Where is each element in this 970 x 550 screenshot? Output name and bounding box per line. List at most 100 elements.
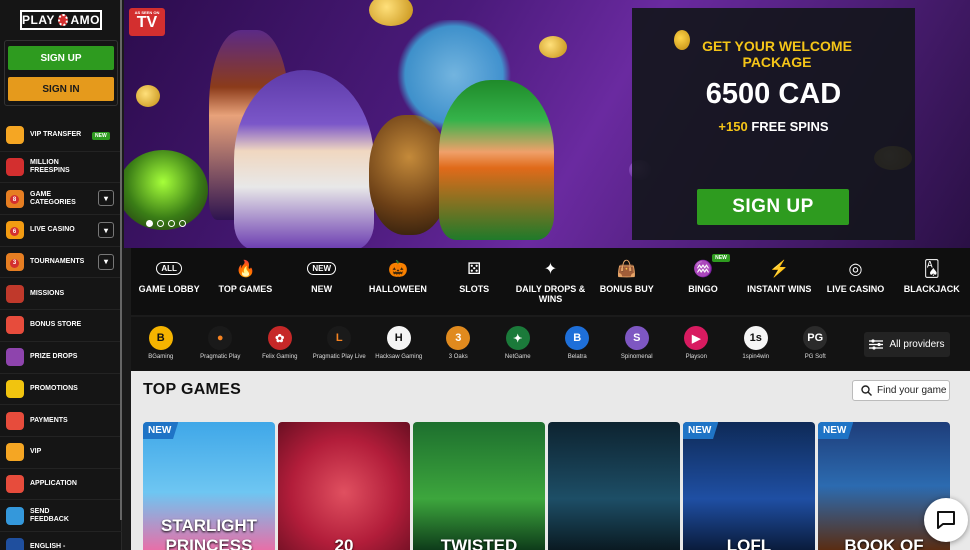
provider-name: Felix Gaming [262, 354, 298, 360]
lightning-icon: ⚡ [769, 261, 790, 278]
provider-item[interactable]: 3 3 Oaks [429, 317, 489, 371]
hero-pagination-dot[interactable] [168, 220, 175, 227]
sidebar-item[interactable]: MILLION FREESPINS [0, 152, 122, 184]
sidebar-scrollbar[interactable] [120, 0, 122, 520]
sidebar-item-label: VIP [30, 448, 42, 456]
new-badge: NEW [818, 422, 854, 439]
game-title: STARLIGHT PRINCESS [160, 516, 257, 550]
sidebar-signup-button[interactable]: SIGN UP [8, 46, 114, 70]
wallet-icon [6, 411, 24, 430]
category-label: BINGO [688, 284, 718, 294]
all-providers-button[interactable]: All providers [864, 332, 950, 357]
category-item[interactable]: ALL GAME LOBBY [131, 248, 207, 315]
sidebar-item[interactable]: APPLICATION [0, 469, 122, 501]
game-tile[interactable]: NEW LOFL [683, 422, 815, 550]
provider-item[interactable]: S Spinomenal [607, 317, 667, 371]
category-label: DAILY DROPS & WINS [515, 284, 586, 304]
sidebar-item[interactable]: PAYMENTS [0, 405, 122, 437]
find-game-search[interactable]: Find your game [852, 380, 950, 401]
bingo-icon: ♒ [693, 261, 713, 278]
sidebar-item-label: GAME CATEGORIES [30, 190, 76, 206]
provider-logo: B [565, 326, 590, 350]
provider-name: 1spin4win [742, 354, 770, 360]
provider-item[interactable]: PG PG Soft [786, 317, 846, 371]
all-icon: ALL [156, 262, 182, 275]
hero-pagination-dot[interactable] [146, 220, 153, 227]
provider-item[interactable]: H Hacksaw Gaming [369, 317, 429, 371]
hero-icon [6, 284, 24, 303]
logo[interactable]: PLAY AMO [20, 10, 102, 30]
provider-item[interactable]: B BGaming [131, 317, 191, 371]
sidebar-item[interactable]: SEND FEEDBACK [0, 500, 122, 532]
sidebar-item[interactable]: VIP TRANSFER NEW [0, 120, 122, 152]
provider-item[interactable]: ● Pragmatic Play [191, 317, 251, 371]
sidebar-item-label: BONUS STORE [30, 321, 82, 329]
sidebar-signin-button[interactable]: SIGN IN [8, 77, 114, 101]
chat-icon [937, 511, 955, 529]
sidebar-item[interactable]: TOURNAMENTS 3 ▾ [0, 247, 122, 279]
category-label: BONUS BUY [599, 284, 654, 294]
sidebar-item[interactable]: PRIZE DROPS [0, 342, 122, 374]
category-item[interactable]: NEW NEW [284, 248, 360, 315]
tv-badge-big: TV [136, 14, 158, 31]
category-item[interactable]: 🔥 TOP GAMES [207, 248, 283, 315]
sidebar-item[interactable]: LIVE CASINO 6 ▾ [0, 215, 122, 247]
sidebar-item[interactable]: BONUS STORE [0, 310, 122, 342]
sidebar-item[interactable]: PROMOTIONS [0, 374, 122, 406]
provider-logo: B [148, 326, 173, 350]
provider-item[interactable]: 1s 1spin4win [726, 317, 786, 371]
chevron-down-icon[interactable]: ▾ [98, 222, 114, 239]
hero-pagination-dot[interactable] [179, 220, 186, 227]
chevron-down-icon[interactable]: ▾ [98, 253, 114, 270]
sidebar-item[interactable]: GAME CATEGORIES 8 ▾ [0, 183, 122, 216]
provider-logo: ✿ [267, 326, 292, 350]
game-tile[interactable]: NEW STARLIGHT PRINCESS [143, 422, 275, 550]
live-chat-button[interactable] [924, 498, 968, 542]
prize-icon [6, 348, 24, 367]
category-item[interactable]: ⚡ INSTANT WINS [741, 248, 817, 315]
dice-icon [6, 474, 24, 493]
provider-name: Playson [685, 354, 707, 360]
all-providers-label: All providers [889, 339, 945, 350]
sidebar-item-label: PROMOTIONS [30, 384, 78, 392]
provider-item[interactable]: ✦ NetGame [488, 317, 548, 371]
hero-banner[interactable]: AS SEEN ON TV GET YOUR WELCOME PACKAGE 6… [124, 0, 970, 248]
provider-logo: ✦ [505, 326, 530, 350]
category-item[interactable]: ✦ DAILY DROPS & WINS [512, 248, 588, 315]
sidebar-item[interactable]: MISSIONS [0, 278, 122, 311]
sidebar-item-label: TOURNAMENTS [30, 258, 85, 266]
crown-icon [6, 443, 24, 462]
sidebar-item[interactable]: VIP [0, 437, 122, 469]
category-label: BLACKJACK [903, 284, 960, 294]
chip-icon: ◎ [848, 261, 863, 278]
game-title: 20 [334, 536, 354, 550]
category-item[interactable]: 🂡 BLACKJACK [894, 248, 970, 315]
provider-item[interactable]: L Pragmatic Play Live [310, 317, 370, 371]
category-label: TOP GAMES [218, 284, 273, 294]
gift-icon [6, 379, 24, 398]
provider-item[interactable]: ▶ Playson [667, 317, 727, 371]
sidebar-item-label: ENGLISH - [30, 543, 66, 550]
category-item[interactable]: ⚄ SLOTS [436, 248, 512, 315]
sidebar-item[interactable]: ENGLISH - [0, 532, 122, 550]
category-item[interactable]: 👜 BONUS BUY [589, 248, 665, 315]
category-item[interactable]: ♒ BINGO NEW [665, 248, 741, 315]
logo-right: AMO [70, 13, 100, 27]
hero-pagination-dot[interactable] [157, 220, 164, 227]
game-tile[interactable]: TWISTED [413, 422, 545, 550]
provider-name: Hacksaw Gaming [375, 354, 423, 360]
game-tile[interactable] [548, 422, 680, 550]
sidebar-item-label: SEND FEEDBACK [30, 507, 69, 523]
chevron-down-icon[interactable]: ▾ [98, 190, 114, 207]
game-title: BOOK OF [844, 536, 924, 550]
sidebar-item-label: APPLICATION [30, 479, 77, 487]
provider-item[interactable]: B Belatra [548, 317, 608, 371]
provider-item[interactable]: ✿ Felix Gaming [250, 317, 310, 371]
search-icon [861, 385, 872, 396]
provider-logo: L [327, 326, 352, 350]
category-item[interactable]: ◎ LIVE CASINO [817, 248, 893, 315]
promo-signup-button[interactable]: SIGN UP [697, 189, 849, 225]
category-label: HALLOWEEN [368, 284, 427, 294]
category-item[interactable]: 🎃 HALLOWEEN [360, 248, 436, 315]
game-tile[interactable]: 20 [278, 422, 410, 550]
